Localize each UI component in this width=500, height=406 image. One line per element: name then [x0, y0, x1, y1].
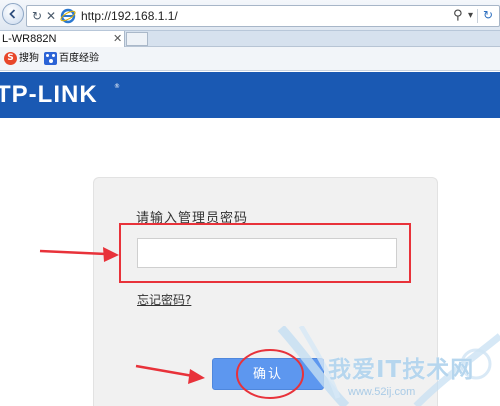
favorite-label: 百度经验 — [59, 53, 99, 64]
watermark-text: 我爱IT技术网 — [328, 357, 475, 383]
stop-icon[interactable]: ✕ — [46, 9, 56, 23]
baidu-paw-icon — [44, 52, 57, 65]
url-field[interactable]: ↻ ✕ http://192.168.1.1/ ⚲ ▾ ↻ ✕ — [26, 5, 500, 27]
watermark-url: www.52ij.com — [348, 386, 416, 398]
registered-mark: ® — [114, 83, 120, 90]
tab-router-admin[interactable]: L-WR882N ✕ — [0, 31, 125, 47]
refresh-icon[interactable]: ↻ — [32, 9, 42, 23]
search-icon[interactable]: ⚲ — [453, 8, 463, 23]
divider — [477, 9, 478, 23]
new-tab-button[interactable] — [126, 32, 148, 46]
tab-close-icon[interactable]: ✕ — [113, 31, 122, 46]
password-label: 请输入管理员密码 — [136, 211, 249, 226]
favorite-label: 搜狗 — [19, 53, 39, 64]
tab-bar: L-WR882N ✕ — [0, 31, 500, 47]
brand-header: TP-LINK ® — [0, 72, 500, 118]
tp-link-logo: TP-LINK — [0, 81, 98, 108]
tab-title: L-WR882N — [2, 33, 57, 45]
sogou-icon: S — [4, 52, 17, 65]
favorites-bar: S 搜狗 百度经验 — [0, 47, 500, 71]
favorite-baidu-jingyan[interactable]: 百度经验 — [44, 52, 99, 66]
forgot-password-link[interactable]: 忘记密码? — [137, 293, 191, 308]
watermark: 我爱IT技术网 www.52ij.com — [276, 326, 500, 406]
favorite-sogou[interactable]: S 搜狗 — [4, 52, 39, 66]
ie-icon — [60, 8, 76, 24]
address-bar: ↻ ✕ http://192.168.1.1/ ⚲ ▾ ↻ ✕ — [0, 0, 500, 31]
chevron-down-icon[interactable]: ▾ — [468, 8, 473, 23]
url-text[interactable]: http://192.168.1.1/ — [81, 9, 178, 24]
screenshot: ↻ ✕ http://192.168.1.1/ ⚲ ▾ ↻ ✕ L-WR882N… — [0, 0, 500, 406]
compat-refresh-icon[interactable]: ↻ — [483, 8, 493, 23]
back-button[interactable] — [2, 3, 24, 25]
admin-password-input[interactable] — [137, 238, 397, 268]
back-arrow-icon — [9, 9, 16, 19]
